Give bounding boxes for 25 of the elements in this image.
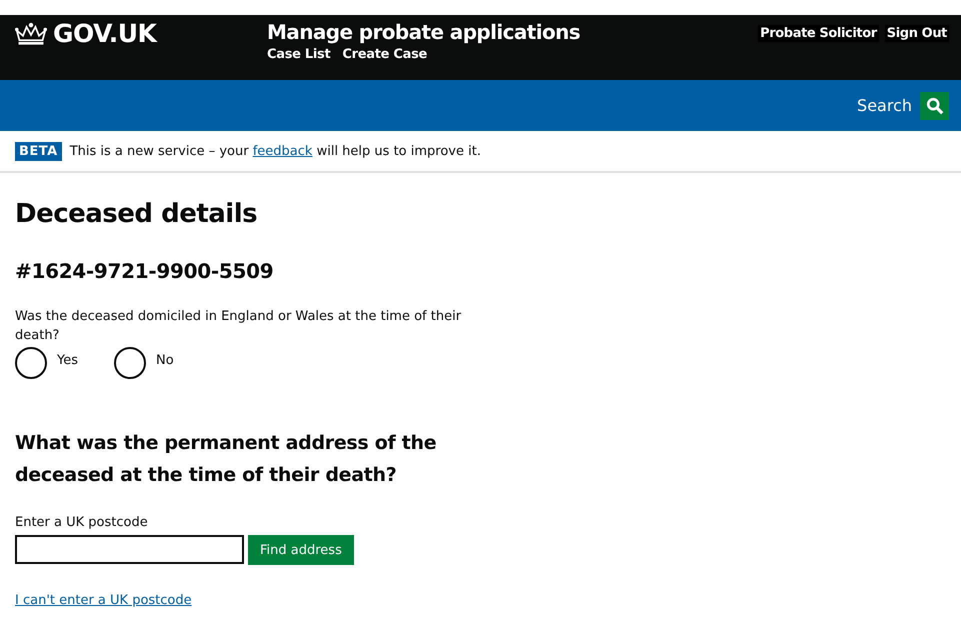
- gov-uk-logo[interactable]: GOV.UK: [53, 19, 156, 48]
- find-address-button[interactable]: Find address: [248, 535, 354, 565]
- search-label: Search: [857, 96, 912, 115]
- feedback-link[interactable]: feedback: [252, 144, 312, 158]
- crown-icon: [15, 22, 47, 46]
- search-icon: [926, 96, 944, 114]
- search-button[interactable]: [920, 92, 949, 120]
- service-name[interactable]: Manage probate applications: [267, 20, 758, 44]
- postcode-field[interactable]: [15, 535, 244, 564]
- page-title: Deceased details: [15, 199, 258, 229]
- address-heading: What was the permanent address of the deceased at the time of their death?: [15, 431, 438, 488]
- case-number: #1624-9721-9900-5509: [15, 259, 274, 283]
- no-postcode-link[interactable]: I can't enter a UK postcode: [15, 593, 192, 608]
- beta-message: This is a new service – your feedback will help us to improve it.: [70, 144, 481, 158]
- question-label: Was the deceased domiciled in England or Wales at the time of their death?: [15, 308, 462, 345]
- radio-label[interactable]: Yes: [57, 347, 78, 368]
- radio-button[interactable]: [15, 347, 47, 379]
- postcode-label: Enter a UK postcode: [15, 515, 149, 530]
- beta-tag: BETA: [15, 142, 62, 160]
- radio-button[interactable]: [114, 347, 146, 379]
- nav-link[interactable]: Create Case: [342, 47, 428, 62]
- sign-out-link[interactable]: Sign Out: [884, 25, 949, 42]
- nav-link[interactable]: Case List: [267, 47, 330, 62]
- user-name: Probate Solicitor: [758, 25, 879, 42]
- radio-label[interactable]: No: [156, 347, 174, 368]
